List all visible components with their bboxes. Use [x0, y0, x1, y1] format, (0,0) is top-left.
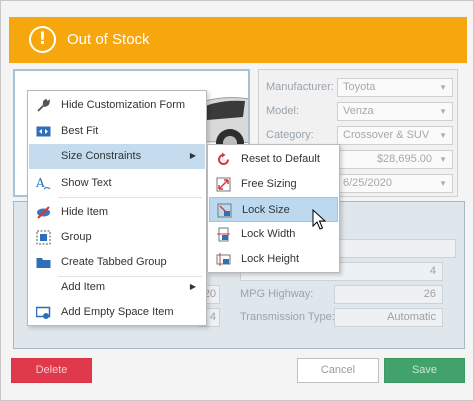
mouse-cursor-icon [312, 209, 326, 230]
submenu-arrow-icon: ▶ [189, 282, 196, 291]
chevron-down-icon[interactable]: ▼ [439, 151, 447, 168]
exclamation-circle-icon: ! [29, 26, 56, 53]
submenu-item-label: Lock Height [241, 253, 300, 265]
submenu-item-label: Lock Width [241, 228, 296, 240]
menu-item-add-empty-space-item[interactable]: Add Empty Space Item [29, 300, 205, 325]
menu-item-label: Create Tabbed Group [61, 256, 167, 268]
menu-item-label: Size Constraints [61, 150, 142, 162]
menu-item-group[interactable]: Group [29, 225, 205, 250]
best-fit-icon [36, 126, 51, 137]
group-icon [36, 230, 51, 245]
mpg-highway-field[interactable]: 26 [334, 285, 443, 304]
category-value: Crossover & SUV [343, 129, 430, 141]
submenu-item-free-sizing[interactable]: Free Sizing [209, 172, 338, 197]
menu-item-label: Add Item [61, 281, 106, 293]
hide-icon [37, 206, 50, 219]
banner-title: Out of Stock [67, 31, 150, 48]
wrench-icon [37, 98, 50, 112]
text-icon: A [36, 176, 51, 190]
submenu-item-reset-to-default[interactable]: Reset to Default [209, 147, 338, 172]
submenu-arrow-icon: ▶ [189, 151, 196, 160]
menu-item-create-tabbed-group[interactable]: Create Tabbed Group [29, 250, 205, 275]
delete-button[interactable]: Delete [11, 358, 92, 383]
window: ! Out of Stock Manufacturer: Toyota ▼ Mo… [0, 0, 474, 401]
chevron-down-icon[interactable]: ▼ [439, 79, 447, 96]
menu-item-show-text[interactable]: A Show Text [29, 171, 205, 196]
menu-item-best-fit[interactable]: Best Fit [29, 119, 205, 144]
manufacturer-field[interactable]: Toyota ▼ [337, 78, 453, 97]
submenu-item-label: Free Sizing [241, 178, 297, 190]
save-button[interactable]: Save [384, 358, 465, 383]
manufacturer-value: Toyota [343, 81, 376, 93]
submenu-item-lock-height[interactable]: Lock Height [209, 247, 338, 272]
submenu-item-label: Reset to Default [241, 153, 320, 165]
out-of-stock-banner: ! Out of Stock [9, 17, 467, 63]
mpg-highway-label: MPG Highway: [240, 288, 314, 300]
menu-item-hide-customization-form[interactable]: Hide Customization Form [29, 93, 205, 118]
chevron-down-icon[interactable]: ▼ [439, 127, 447, 144]
mpg-highway-value: 26 [423, 288, 436, 300]
submenu-item-label: Lock Size [242, 204, 290, 216]
date-value: 6/25/2020 [343, 177, 392, 189]
context-menu: Hide Customization Form Best Fit Size Co… [27, 90, 207, 326]
menu-item-label: Hide Item [61, 206, 109, 218]
folder-icon [36, 258, 51, 268]
manufacturer-label: Manufacturer: [266, 81, 334, 93]
menu-item-label: Show Text [61, 177, 112, 189]
chevron-down-icon[interactable]: ▼ [439, 103, 447, 120]
menu-item-hide-item[interactable]: Hide Item [29, 200, 205, 225]
menu-item-label: Add Empty Space Item [61, 306, 174, 318]
chevron-down-icon[interactable]: ▼ [439, 175, 447, 192]
lock-size-icon [217, 203, 232, 218]
empty-space-icon [36, 306, 51, 319]
free-sizing-icon [216, 177, 231, 192]
lock-width-icon [217, 227, 230, 242]
price-field[interactable]: $28,695.00 ▼ [337, 150, 453, 169]
transmission-type-label: Transmission Type: [240, 311, 335, 323]
category-label: Category: [266, 129, 314, 141]
seats-value: 4 [209, 311, 216, 323]
menu-separator [58, 197, 202, 198]
lock-height-icon [216, 253, 231, 266]
count-value: 4 [429, 265, 436, 277]
menu-item-size-constraints[interactable]: Size Constraints ▶ [29, 144, 205, 169]
cancel-button[interactable]: Cancel [297, 358, 379, 383]
date-field[interactable]: 6/25/2020 ▼ [337, 174, 453, 193]
model-label: Model: [266, 105, 300, 117]
svg-text:A: A [36, 176, 45, 190]
category-field[interactable]: Crossover & SUV ▼ [337, 126, 453, 145]
model-value: Venza [343, 105, 374, 117]
transmission-type-field[interactable]: Automatic [334, 308, 443, 327]
model-field[interactable]: Venza ▼ [337, 102, 453, 121]
transmission-type-value: Automatic [387, 311, 436, 323]
menu-item-label: Group [61, 231, 92, 243]
menu-item-label: Best Fit [61, 125, 99, 137]
price-value: $28,695.00 [376, 153, 432, 165]
reset-icon [218, 152, 229, 165]
menu-item-add-item[interactable]: Add Item ▶ [29, 275, 205, 300]
menu-item-label: Hide Customization Form [61, 99, 186, 111]
